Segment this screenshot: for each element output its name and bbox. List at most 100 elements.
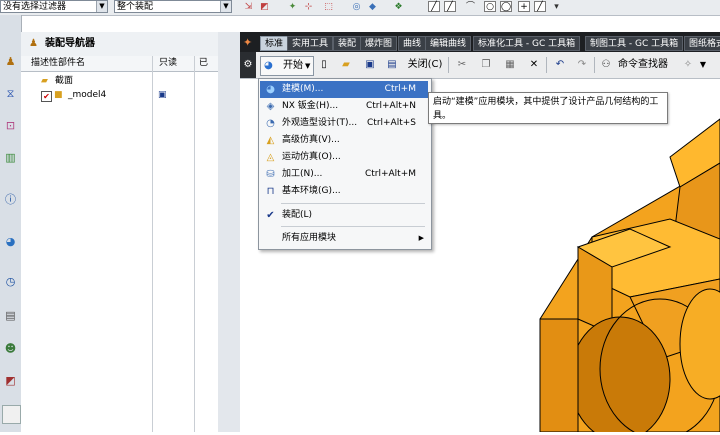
advanced-simulation-icon: ◭ [266, 135, 275, 146]
menu-item-manufacturing[interactable]: ⛁ 加工(N)... Ctrl+Alt+M [260, 166, 428, 183]
menu-item-advanced-simulation[interactable]: ◭ 高级仿真(V)... [260, 132, 428, 149]
motion-simulation-icon: ◬ [266, 152, 275, 163]
command-finder-label: 命令查找器 [618, 59, 668, 70]
undo-icon[interactable]: ↶ [552, 56, 568, 74]
command-finder-icon[interactable]: ⚇ [598, 56, 614, 74]
paste-icon[interactable]: ▦ [502, 56, 518, 74]
model-bore-hole[interactable] [569, 316, 671, 435]
web-icon[interactable]: ◕ [2, 233, 19, 250]
more-icon[interactable]: ▾ [550, 1, 563, 13]
box-select-icon[interactable]: ⊹ [302, 1, 315, 13]
menu-item-shortcut: Ctrl+Alt+N [365, 101, 416, 111]
circle-icon[interactable]: ◯ [500, 1, 512, 12]
delete-icon[interactable]: ✕ [526, 56, 542, 74]
tab-standard[interactable]: 标准 [260, 36, 289, 51]
selection-filter-bar: 没有选择过滤器 ▼ 整个装配 ▼ ⇲ ◩ ✦ ⊹ ⬚ ◎ ◆ ❖ ╱ ╱ ⌒ ○… [0, 0, 720, 16]
view-icon[interactable]: ◎ [350, 1, 363, 13]
cut-icon[interactable]: ✂ [454, 56, 470, 74]
curve-icon[interactable]: ╱ [534, 1, 546, 12]
tab-utilities[interactable]: 实用工具 [287, 36, 334, 51]
selection-scope-combo[interactable]: 整个装配 ▼ [114, 0, 232, 13]
part-navigator-icon[interactable]: ⊡ [2, 117, 19, 134]
copy-icon[interactable]: ❐ [478, 56, 494, 74]
gear-icon[interactable]: ⚙ [240, 52, 256, 78]
history-icon[interactable]: ◷ [2, 273, 19, 290]
close-menu-button[interactable]: 关闭(C) [404, 56, 446, 74]
tab-exploded-view[interactable]: 爆炸图 [360, 36, 398, 51]
process-icon[interactable]: ▤ [2, 307, 19, 324]
shape-studio-icon: ◔ [266, 118, 275, 129]
assembly-navigator-icon[interactable]: ♟ [2, 53, 19, 70]
navigator-pin-icon[interactable]: ♟ [29, 32, 38, 56]
toolbar-divider [594, 57, 595, 73]
start-button[interactable]: ◕ 开始 ▼ [260, 56, 314, 76]
model-front-face[interactable] [539, 318, 579, 433]
column-header-modified[interactable]: 已 [199, 56, 208, 71]
tree-row[interactable]: ▰ 截面 [21, 75, 218, 88]
chevron-down-icon[interactable]: ▼ [220, 1, 231, 12]
chevron-down-icon[interactable]: ▼ [698, 56, 708, 74]
line-icon[interactable]: ╱ [428, 1, 440, 12]
column-divider[interactable] [194, 56, 195, 432]
toolbar-tabs: ✦ 标准 实用工具 装配 爆炸图 曲线 编辑曲线 标准化工具 - GC 工具箱 … [240, 32, 720, 52]
type-filter-combo[interactable]: 没有选择过滤器 ▼ [0, 0, 108, 13]
menu-item-sheet-metal[interactable]: ◈ NX 钣金(H)... Ctrl+Alt+N [260, 98, 428, 115]
selection-scope-value: 整个装配 [117, 2, 154, 12]
menu-item-label: NX 钣金(H)... [282, 101, 339, 111]
save-icon: ▣ [158, 90, 167, 100]
point-icon[interactable]: ✦ [286, 1, 299, 13]
toolbar-divider [448, 57, 449, 73]
start-menu: ◕ 建模(M)... Ctrl+M ◈ NX 钣金(H)... Ctrl+Alt… [258, 78, 432, 250]
layer-icon[interactable]: ⬚ [322, 1, 335, 13]
menu-item-label: 基本环境(G)... [282, 186, 341, 196]
menu-item-shortcut: Ctrl+Alt+M [364, 169, 416, 179]
tab-drafting-toolkit[interactable]: 制图工具 - GC 工具箱 [585, 36, 684, 51]
save-icon[interactable]: ▣ [362, 56, 378, 74]
open-icon[interactable]: ▰ [338, 56, 354, 74]
cube-icon[interactable]: ◆ [366, 1, 379, 13]
tooltip: 启动“建模”应用模块，其中提供了设计产品几何结构的工具。 [428, 92, 668, 124]
menu-item-shape-studio[interactable]: ◔ 外观造型设计(T)... Ctrl+Alt+S [260, 115, 428, 132]
toolbar-divider [546, 57, 547, 73]
column-header-readonly[interactable]: 只读 [159, 56, 177, 71]
circle-icon[interactable]: ○ [484, 1, 496, 12]
command-finder-button[interactable]: 命令查找器 [618, 56, 680, 74]
new-icon[interactable]: ▯ [316, 56, 332, 74]
library-icon[interactable]: ▥ [2, 149, 19, 166]
select-icon[interactable]: ⇲ [242, 1, 255, 13]
tab-edit-curve[interactable]: 编辑曲线 [425, 36, 472, 51]
arc-icon[interactable]: ⌒ [464, 1, 477, 13]
snap-icon[interactable]: ◩ [258, 1, 271, 13]
menu-item-modeling[interactable]: ◕ 建模(M)... Ctrl+M [260, 81, 428, 98]
info-icon[interactable]: ⓘ [2, 191, 19, 208]
settings-icon[interactable]: ✧ [680, 56, 696, 74]
tab-curve[interactable]: 曲线 [398, 36, 427, 51]
roles-icon[interactable]: ☻ [2, 340, 19, 357]
visibility-checkbox[interactable]: ✔ [41, 91, 52, 102]
menu-item-assemblies[interactable]: ✔ 装配(L) [260, 207, 428, 224]
column-divider[interactable] [152, 56, 153, 432]
menu-item-motion-simulation[interactable]: ◬ 运动仿真(O)... [260, 149, 428, 166]
tab-drawing-format[interactable]: 图纸格式 [684, 36, 720, 51]
constraint-icon[interactable]: ⧖ [2, 85, 19, 102]
tab-standardization-toolkit[interactable]: 标准化工具 - GC 工具箱 [473, 36, 581, 51]
menu-item-gateway[interactable]: ⊓ 基本环境(G)... [260, 183, 428, 200]
menu-separator [281, 203, 425, 204]
tree-row[interactable]: ✔ ■ _model4 ▣ [21, 89, 218, 102]
line-icon[interactable]: ╱ [444, 1, 456, 12]
plus-icon[interactable]: + [518, 1, 530, 12]
save-as-icon[interactable]: ▤ [384, 56, 400, 74]
start-button-label: 开始 [283, 60, 303, 71]
menu-item-all-applications[interactable]: 所有应用模块 ▶ [260, 230, 428, 247]
panel-splitter[interactable] [218, 32, 241, 432]
chevron-down-icon[interactable]: ▼ [96, 1, 107, 12]
grid-icon[interactable]: ❖ [392, 1, 405, 13]
tab-assemblies[interactable]: 装配 [333, 36, 362, 51]
system-icon[interactable]: ◩ [2, 372, 19, 389]
redo-icon[interactable]: ↷ [574, 56, 590, 74]
chevron-down-icon: ▼ [305, 62, 311, 70]
palette-icon[interactable] [2, 405, 21, 424]
column-header-name[interactable]: 描述性部件名 [31, 56, 85, 71]
gateway-icon: ⊓ [266, 186, 275, 197]
sheet-metal-icon: ◈ [266, 101, 275, 112]
